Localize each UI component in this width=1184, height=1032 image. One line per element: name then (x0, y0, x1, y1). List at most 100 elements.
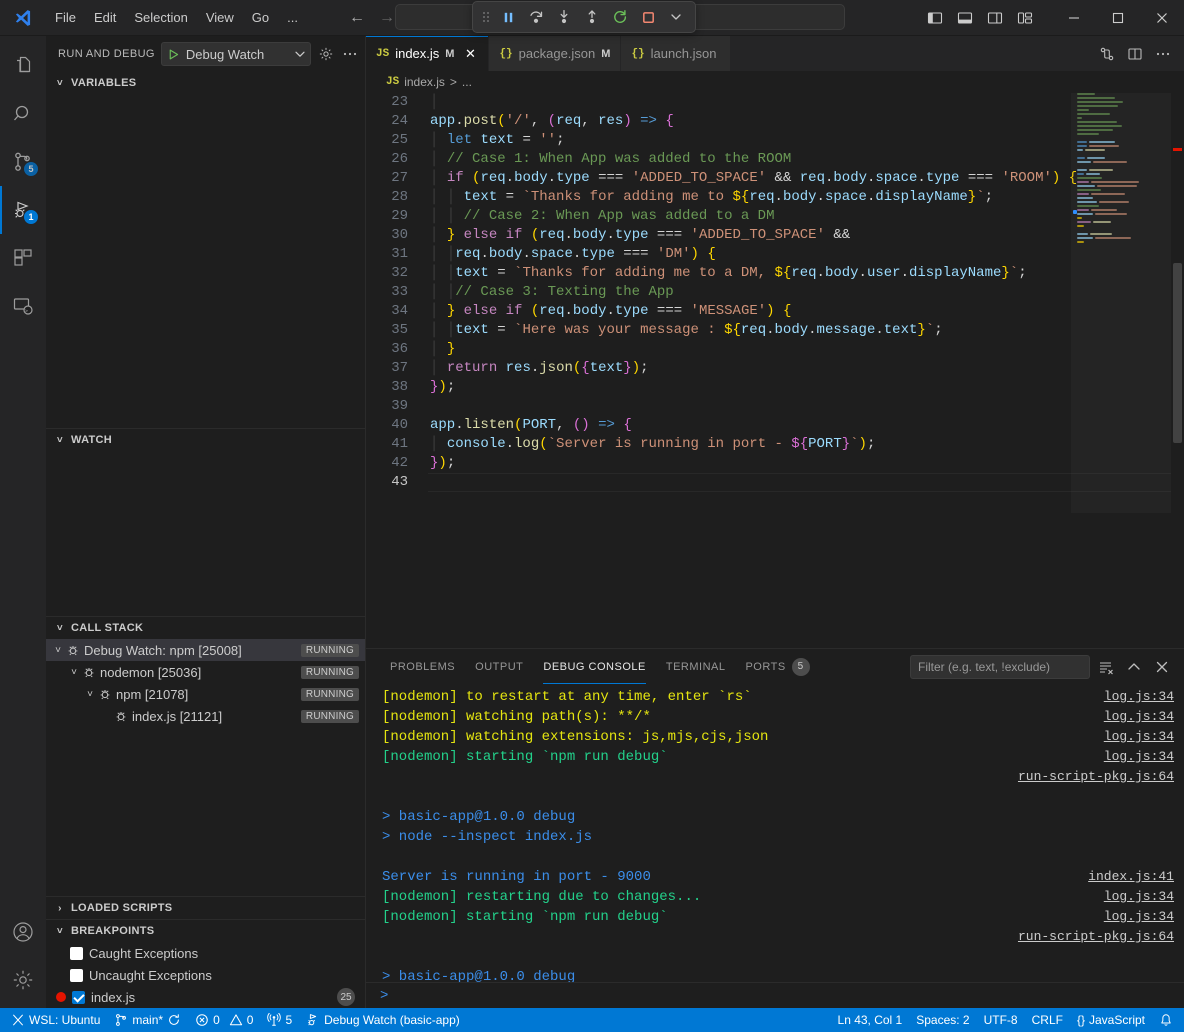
status-ports[interactable]: 5 (260, 1008, 299, 1032)
status-problems[interactable]: 0 0 (188, 1008, 260, 1032)
restart-button[interactable] (607, 4, 633, 30)
editor-scrollbar[interactable] (1171, 93, 1184, 648)
menu-selection[interactable]: Selection (125, 5, 196, 31)
editor-more-actions-icon[interactable] (1150, 41, 1176, 67)
console-filter-input[interactable]: Filter (e.g. text, !exclude) (910, 655, 1090, 679)
drag-handle-icon[interactable] (479, 10, 493, 24)
status-notifications[interactable] (1152, 1008, 1180, 1032)
activity-item-search[interactable] (0, 90, 46, 138)
line-number-gutter[interactable]: 23 24 25 26 27 28 29 30 31 32 33 34 35 3… (366, 93, 428, 648)
tab-terminal[interactable]: TERMINAL (656, 649, 736, 684)
tab-index-js[interactable]: JS index.js M ✕ (366, 36, 489, 71)
breakpoint-row[interactable]: index.js 25 (46, 986, 365, 1008)
call-stack-row[interactable]: ˅ npm [21078] RUNNING (46, 683, 365, 705)
section-header-loaded-scripts[interactable]: › LOADED SCRIPTS (46, 897, 365, 919)
tab-ports[interactable]: PORTS 5 (735, 649, 819, 684)
activity-item-extensions[interactable] (0, 234, 46, 282)
minimap[interactable] (1071, 93, 1171, 648)
menu-go[interactable]: Go (243, 5, 278, 31)
breakpoint-row[interactable]: Caught Exceptions (46, 942, 365, 964)
tab-debug-console[interactable]: DEBUG CONSOLE (533, 649, 655, 684)
debug-toolbar-more-button[interactable] (663, 4, 689, 30)
section-header-breakpoints[interactable]: ˅ BREAKPOINTS (46, 920, 365, 942)
tab-launch-json[interactable]: {} launch.json (621, 36, 731, 71)
chevron-down-icon[interactable]: ˅ (50, 645, 66, 656)
console-source-link[interactable]: log.js:34 (1104, 687, 1174, 707)
debug-console-input[interactable]: > (366, 982, 1184, 1008)
source-control-diff-icon[interactable] (1094, 41, 1120, 67)
console-source-link[interactable]: index.js:41 (1088, 867, 1174, 887)
activity-item-remote-explorer[interactable]: >_ (0, 282, 46, 330)
step-into-button[interactable] (551, 4, 577, 30)
status-indentation[interactable]: Spaces: 2 (909, 1008, 976, 1032)
breadcrumb-rest[interactable]: ... (462, 75, 472, 89)
activity-item-explorer[interactable] (0, 42, 46, 90)
status-branch[interactable]: main* (107, 1008, 188, 1032)
call-stack-row[interactable]: index.js [21121] RUNNING (46, 705, 365, 727)
debug-console-output[interactable]: [nodemon] to restart at any time, enter … (366, 684, 1184, 982)
status-eol[interactable]: CRLF (1025, 1008, 1070, 1032)
menu-file[interactable]: File (46, 5, 85, 31)
toggle-primary-sidebar-icon[interactable] (922, 5, 948, 31)
console-source-link[interactable]: log.js:34 (1104, 907, 1174, 927)
breakpoint-checkbox[interactable] (70, 947, 83, 960)
activity-item-accounts[interactable] (0, 908, 46, 956)
chevron-down-icon[interactable] (294, 48, 306, 60)
activity-item-run-and-debug[interactable]: 1 (0, 186, 46, 234)
section-header-watch[interactable]: ˅ WATCH (46, 429, 365, 451)
debug-configuration-select[interactable]: Debug Watch (161, 42, 311, 66)
toggle-secondary-sidebar-icon[interactable] (982, 5, 1008, 31)
tab-package-json[interactable]: {} package.json M (489, 36, 621, 71)
minimize-button[interactable] (1052, 0, 1096, 35)
status-remote-host[interactable]: WSL: Ubuntu (4, 1008, 107, 1032)
tab-output[interactable]: OUTPUT (465, 649, 533, 684)
close-panel-icon[interactable] (1150, 655, 1174, 679)
back-arrow-icon[interactable]: ← (349, 10, 365, 26)
section-header-call-stack[interactable]: ˅ CALL STACK (46, 617, 365, 639)
tab-problems[interactable]: PROBLEMS (380, 649, 465, 684)
call-stack-row[interactable]: ˅ nodemon [25036] RUNNING (46, 661, 365, 683)
menu-edit[interactable]: Edit (85, 5, 125, 31)
status-cursor-position[interactable]: Ln 43, Col 1 (831, 1008, 910, 1032)
console-source-link[interactable]: log.js:34 (1104, 707, 1174, 727)
debug-settings-gear-icon[interactable] (317, 43, 335, 65)
customize-layout-icon[interactable] (1012, 5, 1038, 31)
chevron-down-icon[interactable]: ˅ (82, 689, 98, 700)
section-header-variables[interactable]: ˅ VARIABLES (46, 72, 365, 94)
chevron-up-icon[interactable] (1122, 655, 1146, 679)
forward-arrow-icon[interactable]: → (379, 10, 395, 26)
menu-more[interactable]: ... (278, 5, 307, 31)
console-source-link[interactable]: log.js:34 (1104, 747, 1174, 767)
chevron-down-icon[interactable]: ˅ (66, 667, 82, 678)
console-source-link[interactable]: log.js:34 (1104, 727, 1174, 747)
console-source-link[interactable]: log.js:34 (1104, 887, 1174, 907)
toggle-panel-icon[interactable] (952, 5, 978, 31)
breakpoint-checkbox[interactable] (70, 969, 83, 982)
clear-console-icon[interactable] (1094, 655, 1118, 679)
tab-close-icon[interactable]: ✕ (462, 46, 478, 62)
code-editor[interactable]: 23 24 25 26 27 28 29 30 31 32 33 34 35 3… (366, 93, 1184, 648)
sidebar-more-actions-icon[interactable] (341, 43, 359, 65)
breakpoint-checkbox[interactable] (72, 991, 85, 1004)
step-over-button[interactable] (523, 4, 549, 30)
split-editor-icon[interactable] (1122, 41, 1148, 67)
editor-scrollbar-thumb[interactable] (1173, 263, 1182, 443)
sync-icon[interactable] (167, 1013, 181, 1027)
step-out-button[interactable] (579, 4, 605, 30)
call-stack-row[interactable]: ˅ Debug Watch: npm [25008] RUNNING (46, 639, 365, 661)
activity-item-source-control[interactable]: 5 (0, 138, 46, 186)
status-language-mode[interactable]: {} JavaScript (1070, 1008, 1152, 1032)
maximize-button[interactable] (1096, 0, 1140, 35)
stop-button[interactable] (635, 4, 661, 30)
debug-toolbar[interactable] (472, 1, 696, 33)
breadcrumb[interactable]: JS index.js > ... (366, 71, 1184, 93)
breakpoint-row[interactable]: Uncaught Exceptions (46, 964, 365, 986)
play-icon[interactable] (167, 48, 180, 61)
console-source-link[interactable]: run-script-pkg.js:64 (1018, 927, 1174, 947)
menu-view[interactable]: View (197, 5, 243, 31)
close-button[interactable] (1140, 0, 1184, 35)
status-encoding[interactable]: UTF-8 (977, 1008, 1025, 1032)
status-debug-session[interactable]: Debug Watch (basic-app) (299, 1008, 467, 1032)
breadcrumb-file[interactable]: index.js (404, 75, 445, 89)
pause-button[interactable] (495, 4, 521, 30)
